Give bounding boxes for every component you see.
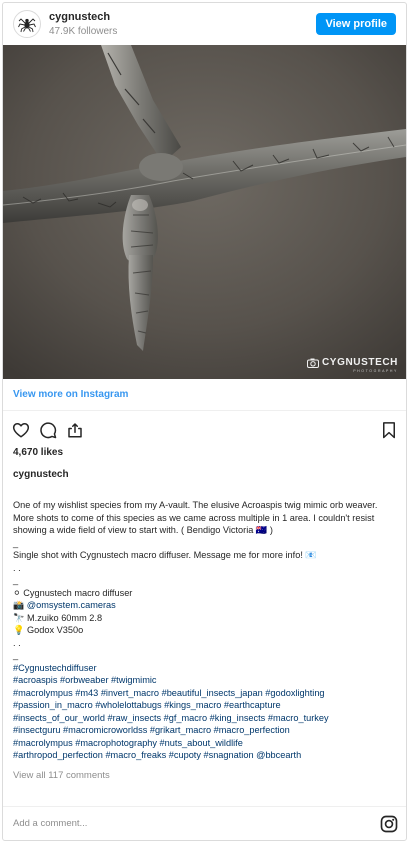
mention-link[interactable]: @omsystem.cameras — [27, 600, 116, 610]
like-count[interactable]: 4,670 likes — [3, 447, 406, 458]
gear-item: 📸 @omsystem.cameras — [13, 599, 394, 612]
gear-item: 💡 Godox V350o — [13, 625, 84, 635]
follower-count: 47.9K followers — [49, 25, 118, 37]
caption-dots: . . — [13, 637, 21, 648]
share-icon[interactable] — [66, 421, 84, 439]
action-bar — [3, 415, 406, 445]
heart-icon[interactable] — [12, 421, 30, 439]
post-photo[interactable]: CYGNUSTECH PHOTOGRAPHY — [3, 45, 406, 379]
instagram-icon[interactable] — [380, 815, 398, 833]
camera-logo-icon — [306, 358, 319, 368]
caption-separator: _ — [13, 537, 19, 548]
post-header: cygnustech 47.9K followers View profile — [3, 3, 406, 45]
spider-avatar-icon — [18, 18, 36, 33]
header-username[interactable]: cygnustech — [49, 11, 117, 24]
caption-text: One of my wishlist species from my A-vau… — [13, 500, 380, 535]
avatar[interactable] — [13, 10, 41, 38]
post-caption: One of my wishlist species from my A-vau… — [3, 499, 406, 762]
view-more-link-row: View more on Instagram — [3, 379, 406, 411]
caption-separator: _ — [13, 650, 19, 660]
caption-separator: _ — [13, 575, 19, 585]
view-profile-button[interactable]: View profile — [316, 13, 396, 35]
caption-text: Single shot with Cygnustech macro diffus… — [13, 550, 317, 560]
view-more-on-instagram-link[interactable]: View more on Instagram — [13, 389, 128, 400]
embed-card: cygnustech 47.9K followers View profile — [2, 2, 407, 841]
camera-emoji: 📸 — [13, 600, 25, 610]
gear-item: ⚪ Cygnustech macro diffuser — [13, 587, 133, 598]
comment-icon[interactable] — [39, 421, 57, 439]
watermark-text: CYGNUSTECH — [321, 357, 398, 368]
twig-spider-photo — [3, 45, 406, 379]
add-comment-bar: Add a comment... — [3, 806, 406, 840]
photo-watermark: CYGNUSTECH PHOTOGRAPHY — [306, 357, 398, 373]
watermark-subtext: PHOTOGRAPHY — [353, 369, 398, 373]
gear-item: 🔭 M.zuiko 60mm 2.8 — [13, 612, 103, 623]
view-all-comments-link[interactable]: View all 117 comments — [3, 770, 406, 781]
hashtag-list[interactable]: #Cygnustechdiffuser #acroaspis #orbweabe… — [13, 662, 394, 762]
bookmark-icon[interactable] — [380, 421, 398, 439]
add-comment-input[interactable]: Add a comment... — [13, 818, 87, 829]
post-username[interactable]: cygnustech — [3, 469, 406, 480]
caption-dots: . . — [13, 562, 21, 573]
